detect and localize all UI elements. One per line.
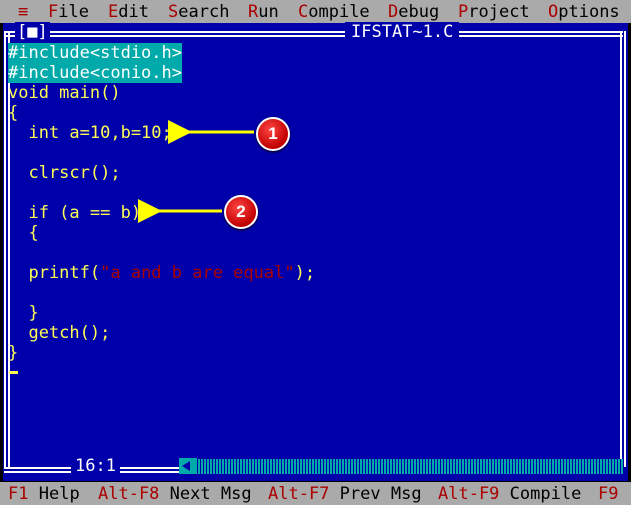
next-msg-shortcut[interactable]: Alt-F8 Next Msg	[98, 484, 252, 504]
help-shortcut[interactable]: F1 Help	[8, 484, 80, 504]
shortcut-label: Prev Msg	[339, 484, 422, 504]
status-bar: F1 Help Alt-F8 Next Msg Alt-F7 Prev Msg …	[0, 482, 631, 505]
shortcut-key: Alt-F8	[98, 484, 160, 504]
shortcut-key: Alt-F7	[268, 484, 330, 504]
prev-msg-shortcut[interactable]: Alt-F7 Prev Msg	[268, 484, 422, 504]
annotation-badge-1: 1	[256, 117, 290, 151]
shortcut-key: Alt-F9	[438, 484, 500, 504]
shortcut-label: Next Msg	[169, 484, 252, 504]
annotation-arrows	[138, 120, 254, 223]
annotation-badge-2: 2	[224, 195, 258, 229]
shortcut-label: Compile	[509, 484, 582, 504]
shortcut-key: F1	[8, 484, 29, 504]
f9-shortcut[interactable]: F9	[598, 484, 618, 504]
shortcut-key: F9	[598, 484, 619, 504]
shortcut-label: Help	[38, 484, 80, 504]
compile-shortcut[interactable]: Alt-F9 Compile	[438, 484, 581, 504]
